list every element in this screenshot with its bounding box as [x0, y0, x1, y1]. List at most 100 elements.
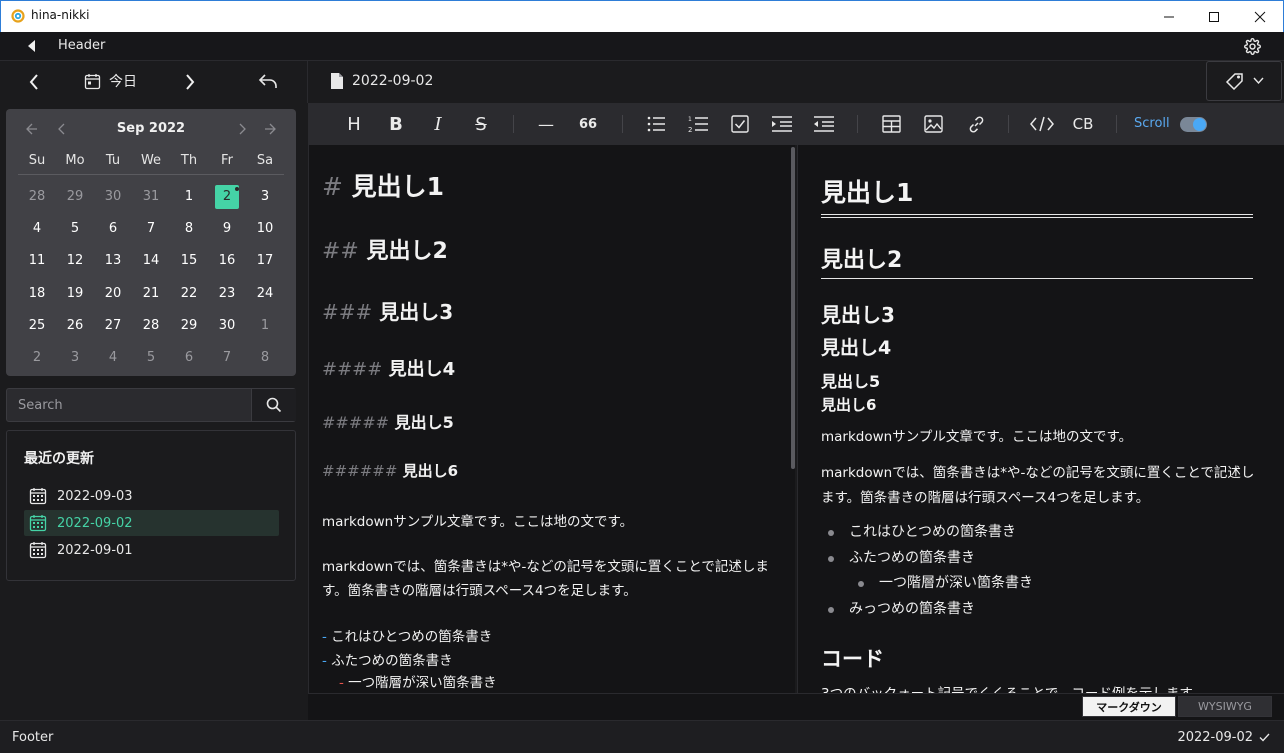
- calendar-day[interactable]: 28: [132, 314, 170, 338]
- calendar-day[interactable]: 16: [208, 249, 246, 273]
- italic-button[interactable]: I: [428, 113, 448, 135]
- markdown-mode-button[interactable]: マークダウン: [1082, 696, 1176, 717]
- search-button[interactable]: [251, 389, 296, 421]
- indent-button[interactable]: [772, 113, 792, 135]
- calendar-day[interactable]: 1: [246, 314, 284, 338]
- calendar-day[interactable]: 3: [56, 346, 94, 370]
- md-list-item[interactable]: - ふたつめの箇条書き: [322, 649, 453, 669]
- calendar-day[interactable]: 7: [132, 217, 170, 241]
- md-list-item[interactable]: - 一つ階層が深い箇条書き: [339, 671, 497, 691]
- calendar-day[interactable]: 2: [18, 346, 56, 370]
- md-paragraph[interactable]: markdownサンプル文章です。ここは地の文です。: [322, 510, 633, 530]
- checklist-button[interactable]: [730, 113, 750, 135]
- outdent-icon: [814, 116, 834, 132]
- calendar-day[interactable]: 6: [94, 217, 132, 241]
- undo-return-icon[interactable]: [258, 73, 278, 90]
- calendar-day[interactable]: 28: [18, 185, 56, 209]
- calendar-day[interactable]: 5: [56, 217, 94, 241]
- tag-dropdown-button[interactable]: [1206, 61, 1282, 101]
- calendar-day[interactable]: 23: [208, 282, 246, 306]
- status-date: 2022-09-02: [1177, 730, 1253, 745]
- calendar-day[interactable]: 20: [94, 282, 132, 306]
- next-month-icon[interactable]: [236, 123, 248, 135]
- gear-icon[interactable]: [1244, 38, 1261, 55]
- md-list-item[interactable]: - これはひとつめの箇条書き: [322, 625, 492, 645]
- calendar-day[interactable]: 22: [170, 282, 208, 306]
- calendar-day[interactable]: 19: [56, 282, 94, 306]
- strikethrough-button[interactable]: S: [471, 113, 491, 135]
- numbered-list-button[interactable]: 12: [688, 113, 708, 135]
- heading-button[interactable]: H: [344, 113, 364, 135]
- md-h3-line[interactable]: ### 見出し3: [322, 296, 453, 325]
- bold-button[interactable]: B: [386, 113, 406, 135]
- md-paragraph[interactable]: す。箇条書きの階層は行頭スペース4つを足します。: [322, 579, 637, 599]
- calendar-day[interactable]: 15: [170, 249, 208, 273]
- table-button[interactable]: [881, 113, 901, 135]
- recent-item[interactable]: 2022-09-01: [24, 537, 279, 563]
- calendar-day[interactable]: 4: [94, 346, 132, 370]
- calendar-day[interactable]: 1: [170, 185, 208, 209]
- recent-item[interactable]: 2022-09-02: [24, 510, 279, 536]
- calendar-day[interactable]: 13: [94, 249, 132, 273]
- collapse-header-icon[interactable]: [26, 39, 38, 53]
- markdown-editor-pane[interactable]: # 見出し1 ## 見出し2 ### 見出し3 #### 見出し4 ##### …: [308, 145, 795, 693]
- md-h4-line[interactable]: #### 見出し4: [322, 355, 455, 381]
- scroll-sync-label: Scroll: [1134, 116, 1170, 131]
- calendar-month-label[interactable]: Sep 2022: [6, 121, 296, 136]
- calendar-day[interactable]: 11: [18, 249, 56, 273]
- calendar-day[interactable]: 7: [208, 346, 246, 370]
- next-year-icon[interactable]: [264, 123, 276, 135]
- calendar-day[interactable]: 18: [18, 282, 56, 306]
- close-button[interactable]: [1237, 1, 1283, 32]
- md-h6-line[interactable]: ###### 見出し6: [322, 460, 458, 481]
- calendar-day[interactable]: 30: [208, 314, 246, 338]
- calendar-day[interactable]: 30: [94, 185, 132, 209]
- editor-scrollbar[interactable]: [791, 147, 795, 469]
- bullet-list-button[interactable]: [646, 113, 666, 135]
- scroll-sync-toggle[interactable]: [1180, 117, 1207, 132]
- next-day-icon[interactable]: [185, 74, 195, 90]
- search-input[interactable]: [7, 389, 251, 421]
- calendar-day[interactable]: 29: [170, 314, 208, 338]
- calendar-day[interactable]: 8: [170, 217, 208, 241]
- code-block-button[interactable]: CB: [1072, 113, 1094, 135]
- calendar-day[interactable]: 10: [246, 217, 284, 241]
- calendar-day[interactable]: 4: [18, 217, 56, 241]
- md-paragraph[interactable]: markdownでは、箇条書きは*や-などの記号を文頭に置くことで記述しま: [322, 555, 769, 575]
- horizontal-rule-button[interactable]: —: [535, 113, 557, 135]
- wysiwyg-mode-button[interactable]: WYSIWYG: [1178, 696, 1272, 717]
- maximize-button[interactable]: [1191, 1, 1237, 32]
- calendar-day[interactable]: 8: [246, 346, 284, 370]
- inline-code-button[interactable]: [1030, 113, 1054, 135]
- calendar-day[interactable]: 6: [170, 346, 208, 370]
- calendar-day[interactable]: 24: [246, 282, 284, 306]
- today-button[interactable]: 今日: [84, 71, 137, 91]
- calendar-day[interactable]: 9: [208, 217, 246, 241]
- calendar-day[interactable]: 5: [132, 346, 170, 370]
- recent-item-label: 2022-09-02: [57, 515, 133, 531]
- calendar-day[interactable]: 26: [56, 314, 94, 338]
- md-h2-line[interactable]: ## 見出し2: [322, 233, 448, 265]
- calendar-day[interactable]: 12: [56, 249, 94, 273]
- calendar-day[interactable]: 14: [132, 249, 170, 273]
- minimize-button[interactable]: [1146, 1, 1192, 32]
- outdent-button[interactable]: [814, 113, 834, 135]
- calendar-day[interactable]: 17: [246, 249, 284, 273]
- calendar-day[interactable]: 3: [246, 185, 284, 209]
- md-h1-line[interactable]: # 見出し1: [322, 167, 444, 203]
- calendar-day-selected[interactable]: 2: [208, 185, 246, 210]
- calendar-icon: [84, 73, 101, 89]
- recent-item[interactable]: 2022-09-03: [24, 483, 279, 509]
- calendar-day[interactable]: 25: [18, 314, 56, 338]
- calendar-day[interactable]: 21: [132, 282, 170, 306]
- window-title: hina-nikki: [31, 8, 90, 22]
- calendar-day-number: 23: [218, 285, 236, 301]
- calendar-day[interactable]: 31: [132, 185, 170, 209]
- calendar-day[interactable]: 29: [56, 185, 94, 209]
- prev-day-icon[interactable]: [29, 74, 39, 90]
- image-button[interactable]: [923, 113, 943, 135]
- calendar-day[interactable]: 27: [94, 314, 132, 338]
- link-button[interactable]: [966, 113, 986, 135]
- md-h5-line[interactable]: ##### 見出し5: [322, 409, 454, 433]
- quote-button[interactable]: 66: [578, 113, 598, 135]
